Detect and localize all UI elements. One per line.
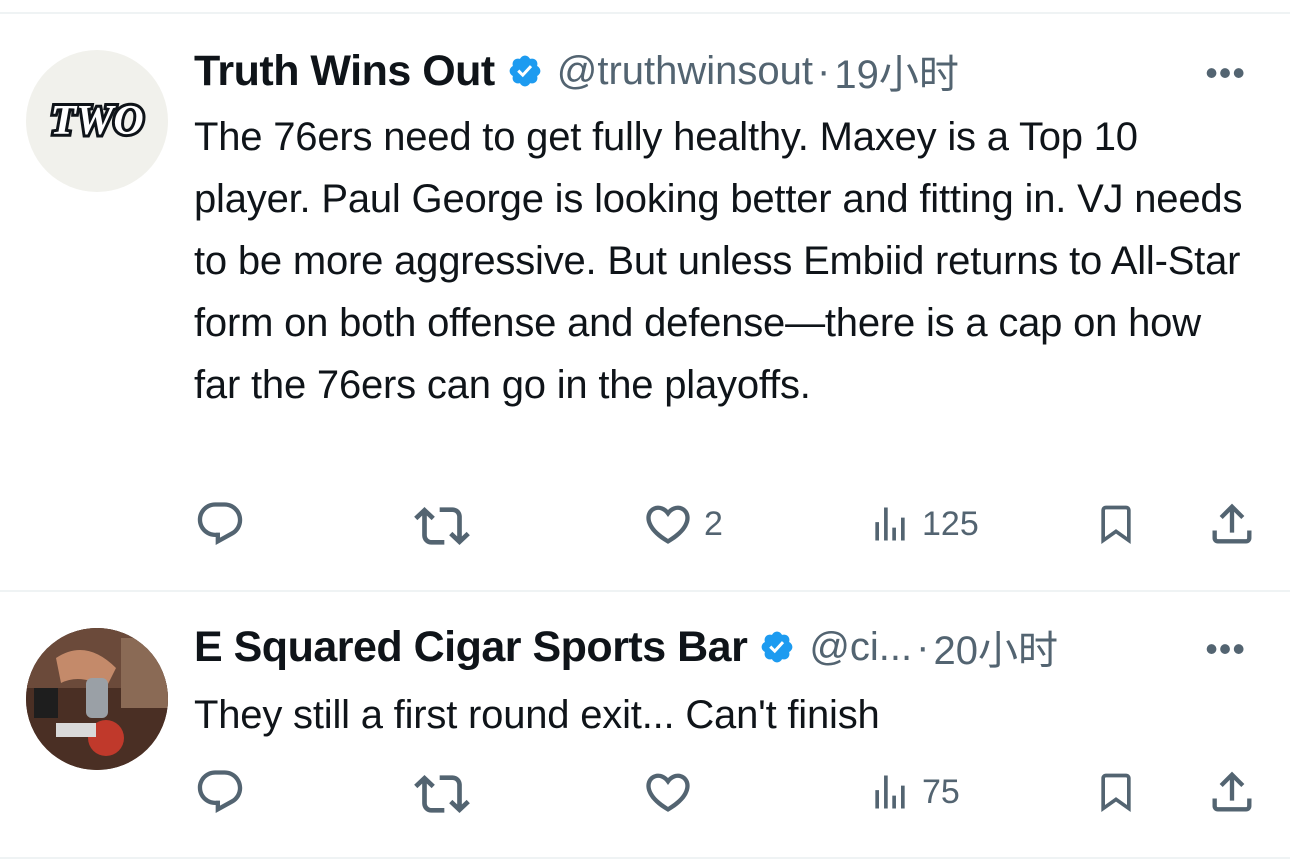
bookmark-button[interactable] (1094, 766, 1138, 818)
user-handle[interactable]: @truthwinsout (557, 49, 813, 94)
like-button[interactable]: 2 (642, 498, 723, 550)
user-handle[interactable]: @ci... (809, 625, 912, 670)
tweet-header: E Squared Cigar Sports Bar @ci... · 20小时 (194, 622, 1058, 674)
reply-button[interactable] (194, 498, 246, 550)
display-name[interactable]: E Squared Cigar Sports Bar (194, 623, 748, 672)
avatar[interactable]: TWO (26, 50, 168, 192)
avatar-logo-text: TWO (50, 98, 143, 144)
view-count: 75 (922, 772, 960, 811)
two-logo-icon: TWO (47, 95, 146, 147)
verified-badge-icon (507, 53, 543, 89)
more-options-icon[interactable]: ••• (1205, 628, 1246, 670)
share-button[interactable] (1206, 766, 1258, 818)
view-count: 125 (922, 504, 979, 543)
reply-button[interactable] (194, 766, 246, 818)
views-button[interactable]: 125 (868, 498, 979, 550)
views-icon (875, 775, 905, 809)
tweet[interactable]: TWO Truth Wins Out @truthwinsout · 19小时 … (0, 0, 1290, 590)
bar-photo-icon (26, 628, 168, 770)
reply-icon (197, 770, 243, 814)
like-count: 2 (704, 504, 723, 543)
tweet-header: Truth Wins Out @truthwinsout · 19小时 (194, 46, 959, 98)
heart-icon (646, 773, 690, 812)
retweet-button[interactable] (414, 766, 470, 822)
share-button[interactable] (1206, 498, 1258, 550)
bookmark-icon (1101, 505, 1131, 545)
retweet-button[interactable] (414, 498, 470, 554)
retweet-icon (414, 507, 470, 545)
views-icon (875, 507, 905, 541)
share-icon (1212, 771, 1252, 812)
like-button[interactable] (642, 766, 704, 818)
tweet-text: The 76ers need to get fully healthy. Max… (194, 115, 1243, 407)
retweet-icon (414, 775, 470, 813)
timestamp[interactable]: 20小时 (933, 618, 1058, 676)
views-button[interactable]: 75 (868, 766, 960, 818)
action-bar: 2 125 (0, 498, 1290, 554)
avatar[interactable] (26, 628, 168, 770)
reply-icon (197, 502, 243, 546)
action-bar: 75 (0, 766, 1290, 822)
share-icon (1212, 503, 1252, 544)
bottom-divider (0, 857, 1290, 859)
heart-icon (646, 505, 690, 544)
separator-dot: · (916, 624, 930, 669)
timestamp[interactable]: 19小时 (834, 42, 959, 100)
tweet[interactable]: E Squared Cigar Sports Bar @ci... · 20小时… (0, 592, 1290, 861)
bookmark-button[interactable] (1094, 498, 1138, 550)
separator-dot: · (817, 48, 831, 93)
bookmark-icon (1101, 773, 1131, 813)
tweet-text: They still a first round exit... Can't f… (194, 693, 880, 737)
verified-badge-icon (759, 629, 795, 665)
display-name[interactable]: Truth Wins Out (194, 47, 495, 96)
more-options-icon[interactable]: ••• (1205, 52, 1246, 94)
